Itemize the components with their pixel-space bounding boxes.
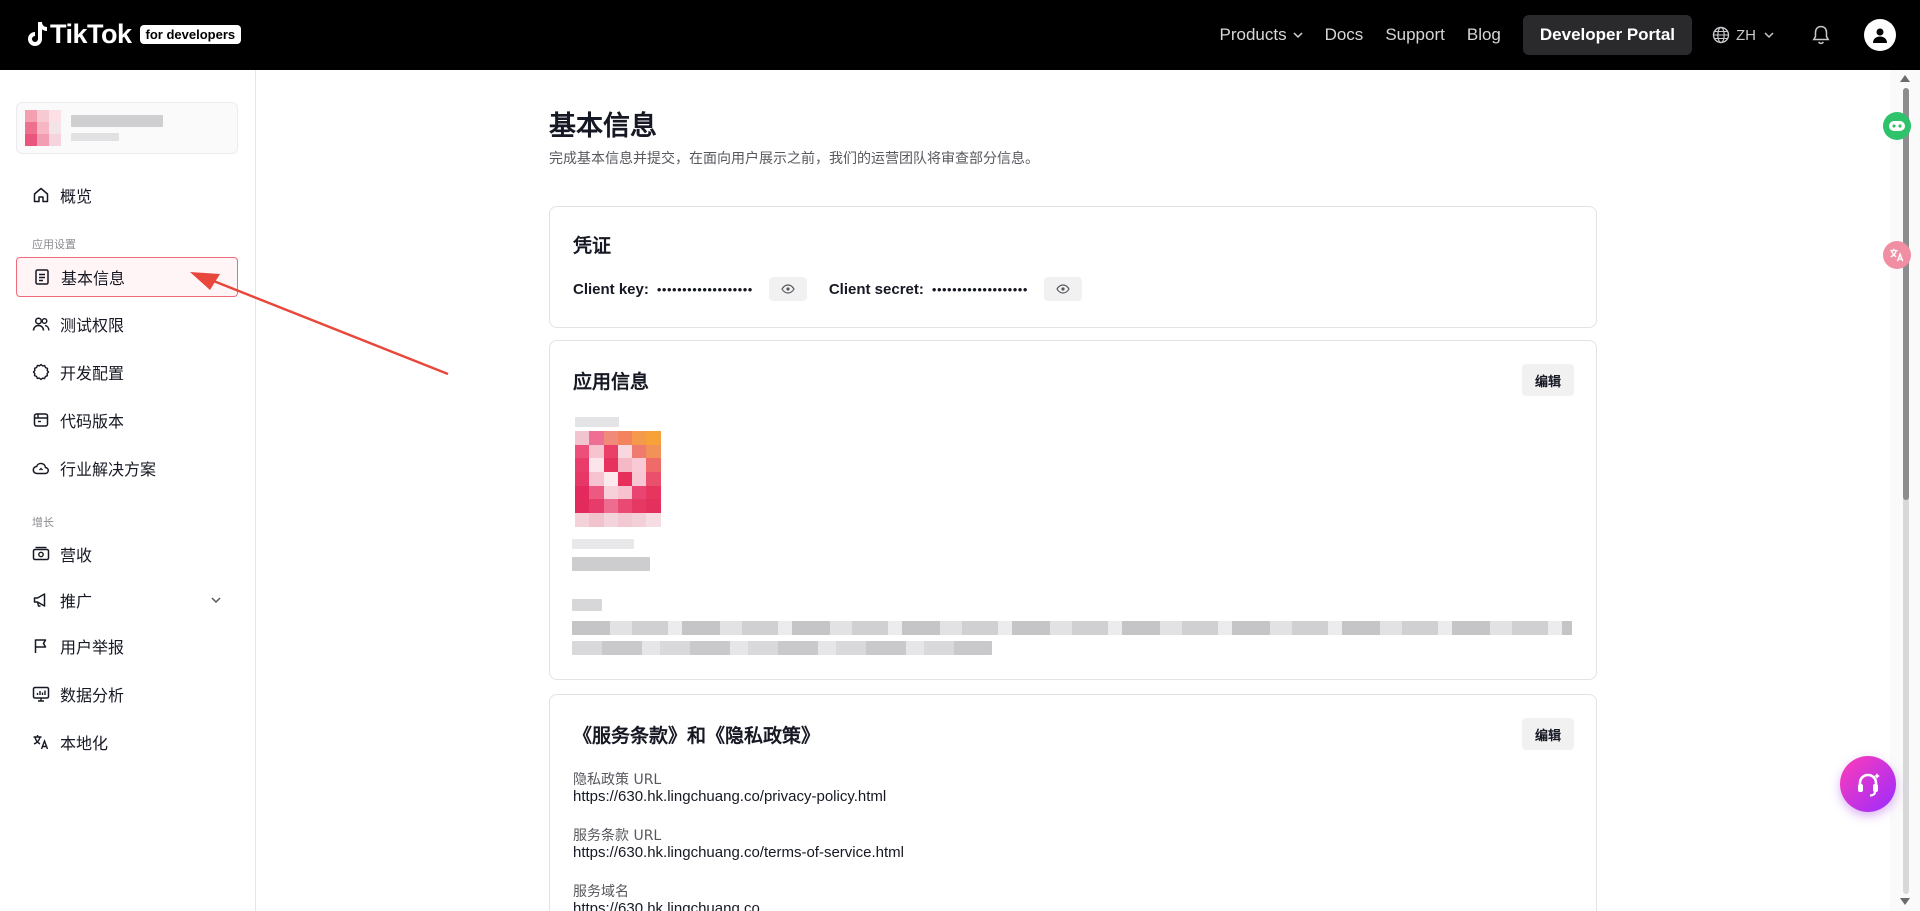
sidebar-item-label: 用户举报 [60,638,125,657]
service-domain-value: https://630.hk.lingchuang.co [573,900,760,911]
cloud-icon [32,462,49,475]
page-title: 基本信息 [549,111,657,142]
policies-card: 《服务条款》和《隐私政策》 编辑 隐私政策 URL https://630.hk… [549,694,1597,911]
service-domain-label: 服务域名 [573,884,629,900]
policies-title: 《服务条款》和《隐私政策》 [573,725,821,747]
privacy-policy-url: https://630.hk.lingchuang.co/privacy-pol… [573,788,887,805]
scroll-down-arrow-icon[interactable] [1900,898,1910,905]
user-avatar[interactable] [1864,19,1896,51]
nav-docs[interactable]: Docs [1325,25,1364,45]
sidebar-item-label: 数据分析 [60,686,125,705]
app-icon-obscured [575,431,661,527]
sidebar-item-user-report[interactable]: 用户举报 [16,626,238,666]
sidebar-item-label: 开发配置 [60,364,125,383]
policies-edit-button[interactable]: 编辑 [1522,718,1574,750]
developer-portal-button[interactable]: Developer Portal [1522,15,1692,55]
client-secret-label: Client secret: [828,280,924,298]
language-label: ZH [1736,26,1756,44]
terms-of-service-url: https://630.hk.lingchuang.co/terms-of-se… [573,844,904,861]
app-desc-line-obscured [572,641,992,655]
support-chat-button[interactable] [1840,756,1896,812]
annotation-arrow [190,272,449,376]
nav-support[interactable]: Support [1385,25,1445,45]
monitor-chart-icon [32,686,50,702]
chevron-down-icon [1764,32,1774,39]
globe-icon [1712,26,1730,44]
code-version-icon [33,413,49,427]
green-extension-badge-icon[interactable] [1883,112,1911,140]
app-info-card: 应用信息 编辑 [549,340,1597,680]
sidebar-item-industry-solutions[interactable]: 行业解决方案 [16,448,238,488]
app-info-edit-button[interactable]: 编辑 [1522,364,1574,396]
app-thumbnail [25,110,61,146]
app-name-value-obscured [572,557,650,571]
scroll-thumb[interactable] [1903,88,1909,500]
credentials-title: 凭证 [573,235,612,257]
translate-extension-badge-icon[interactable] [1883,241,1911,269]
terms-of-service-label: 服务条款 URL [573,828,662,844]
credentials-card: 凭证 Client key: ••••••••••••••••••• Clien… [549,206,1597,328]
sidebar-item-overview[interactable]: 概览 [16,175,238,215]
sidebar-item-label: 代码版本 [60,412,125,431]
sidebar-item-revenue[interactable]: 营收 [16,534,238,574]
scroll-up-arrow-icon[interactable] [1900,75,1910,82]
logo-badge: for developers [139,25,242,44]
reveal-client-key-button[interactable] [768,277,807,301]
nav-products[interactable]: Products [1219,25,1303,45]
sidebar-item-label: 基本信息 [61,269,126,288]
sidebar: 概览 应用设置 基本信息 测试权限 开发配置 代码版本 行业解决方案 增长 营收… [0,70,256,911]
sidebar-item-label: 营收 [60,546,93,565]
sidebar-item-label: 推广 [60,592,93,611]
money-icon [32,546,50,561]
sidebar-item-analytics[interactable]: 数据分析 [16,674,238,714]
logo-wordmark: TikTok [50,19,132,49]
document-icon [35,269,49,285]
translate-icon [1890,248,1904,262]
client-key-value: ••••••••••••••••••• [656,281,753,297]
eye-icon [781,284,795,294]
user-icon [1873,28,1887,43]
sidebar-item-promotion[interactable]: 推广 [16,580,238,620]
sidebar-item-label: 概览 [60,187,93,206]
app-name-label-obscured [572,539,634,549]
eye-icon [1056,284,1070,294]
gear-icon [32,363,50,381]
home-icon [33,187,49,203]
privacy-policy-label: 隐私政策 URL [573,772,662,788]
tiktok-developers-logo[interactable]: TikTok for developers [24,19,242,50]
translate-icon [33,735,49,750]
sidebar-item-label: 本地化 [60,734,109,753]
nav-products-label: Products [1219,25,1287,44]
app-info-title: 应用信息 [573,371,650,393]
notification-bell-icon[interactable] [1810,24,1832,46]
sidebar-item-code-version[interactable]: 代码版本 [16,400,238,440]
sidebar-item-label: 测试权限 [60,316,125,335]
section-label-growth: 增长 [32,516,54,529]
chevron-down-icon [1293,32,1303,39]
language-selector[interactable]: ZH [1712,26,1780,44]
chevron-down-icon[interactable] [210,594,222,606]
nav-blog[interactable]: Blog [1467,25,1501,45]
client-secret-value: ••••••••••••••••••• [931,281,1028,297]
credentials-row: Client key: ••••••••••••••••••• Client s… [573,277,1104,301]
users-icon [32,317,50,331]
tiktok-note-icon [28,21,47,46]
top-navigation-bar: TikTok for developers Products Docs Supp… [0,0,1920,70]
app-selector-card[interactable] [16,102,238,154]
nav-links: Products Docs Support Blog Developer Por… [1219,0,1920,70]
client-key-label: Client key: [573,280,649,298]
flag-icon [34,639,47,653]
app-desc-label-obscured [572,599,602,611]
section-label-app-settings: 应用设置 [32,238,76,251]
app-desc-line-obscured [572,621,1572,635]
megaphone-icon [33,593,46,607]
robot-face-icon [1889,121,1905,131]
app-name-obscured [71,115,163,141]
headset-icon [1858,773,1880,797]
reveal-client-secret-button[interactable] [1043,277,1082,301]
sidebar-item-localization[interactable]: 本地化 [16,722,238,762]
sidebar-item-label: 行业解决方案 [60,460,157,479]
page-subtitle: 完成基本信息并提交，在面向用户展示之前，我们的运营团队将审查部分信息。 [549,151,1039,167]
app-icon-label-obscured [575,417,619,427]
